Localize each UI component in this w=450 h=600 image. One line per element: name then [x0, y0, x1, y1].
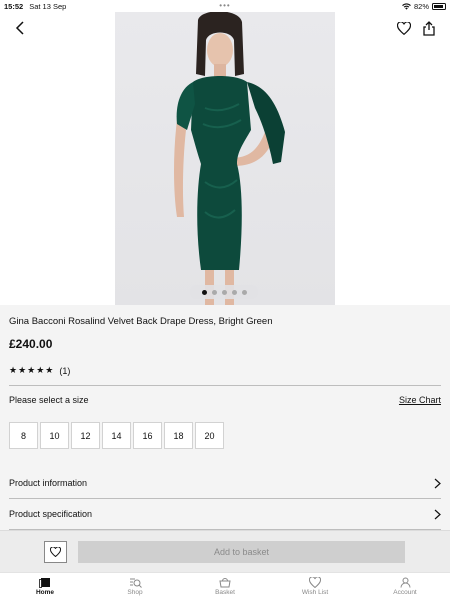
- size-option-8[interactable]: 8: [9, 422, 38, 449]
- wifi-icon: [402, 2, 411, 10]
- product-title: Gina Bacconi Rosalind Velvet Back Drape …: [9, 316, 273, 327]
- share-icon: [423, 20, 435, 36]
- chevron-left-icon: [15, 21, 24, 35]
- status-time: 15:52: [4, 1, 24, 11]
- carousel-dot-1[interactable]: [201, 289, 207, 295]
- tab-wish-list[interactable]: Wish List: [270, 573, 360, 600]
- size-option-20[interactable]: 20: [195, 422, 224, 449]
- wishlist-heart-button[interactable]: [393, 17, 415, 39]
- tab-shop[interactable]: Shop: [90, 573, 180, 600]
- product-price: £240.00: [9, 337, 53, 351]
- add-to-wishlist-button[interactable]: [44, 541, 67, 563]
- shop-icon: [129, 578, 142, 588]
- basket-icon: [219, 578, 231, 588]
- divider: [9, 385, 441, 386]
- bottom-tab-bar: Home Shop Basket Wish List Account: [0, 572, 450, 600]
- carousel-dot-4[interactable]: [231, 289, 237, 295]
- heart-icon: [397, 21, 411, 35]
- star-rating-icon: ★★★★★: [9, 365, 55, 375]
- carousel-page-indicator[interactable]: [190, 285, 258, 299]
- size-option-14[interactable]: 14: [102, 422, 131, 449]
- review-count[interactable]: (1): [59, 366, 70, 376]
- chevron-right-icon: [434, 478, 441, 488]
- model-wearing-dress-image: [174, 12, 285, 305]
- chevron-right-icon: [434, 509, 441, 519]
- size-option-18[interactable]: 18: [164, 422, 193, 449]
- product-details-panel: Gina Bacconi Rosalind Velvet Back Drape …: [0, 305, 450, 530]
- product-specification-row[interactable]: Product specification: [9, 499, 441, 529]
- product-image-carousel[interactable]: [0, 12, 450, 305]
- product-information-label: Product information: [9, 478, 88, 488]
- tab-account[interactable]: Account: [360, 573, 450, 600]
- battery-percent: 82%: [413, 1, 429, 11]
- product-rating[interactable]: ★★★★★ (1): [9, 365, 70, 376]
- size-option-10[interactable]: 10: [40, 422, 69, 449]
- home-icon: [39, 578, 50, 588]
- carousel-dot-2[interactable]: [211, 289, 217, 295]
- tab-home-label: Home: [35, 589, 55, 596]
- back-button[interactable]: [9, 17, 31, 39]
- basket-action-bar: Add to basket: [0, 530, 450, 572]
- carousel-dot-5[interactable]: [241, 289, 247, 295]
- size-select-label: Please select a size: [9, 395, 89, 405]
- tab-account-label: Account: [393, 589, 417, 596]
- product-specification-label: Product specification: [9, 509, 93, 519]
- size-option-16[interactable]: 16: [133, 422, 162, 449]
- tab-basket[interactable]: Basket: [180, 573, 270, 600]
- account-icon: [400, 577, 410, 588]
- heart-icon: [50, 547, 61, 557]
- tab-shop-label: Shop: [127, 589, 143, 596]
- status-bar: 15:52 Sat 13 Sep ••• 82%: [0, 0, 450, 12]
- share-button[interactable]: [418, 17, 440, 39]
- heart-icon: [309, 577, 321, 588]
- size-option-12[interactable]: 12: [71, 422, 100, 449]
- product-information-row[interactable]: Product information: [9, 468, 441, 498]
- multitasking-dots-icon[interactable]: •••: [219, 1, 230, 10]
- battery-icon: [432, 2, 446, 10]
- status-date: Sat 13 Sep: [29, 1, 67, 11]
- product-photo[interactable]: [115, 12, 335, 305]
- size-chart-link[interactable]: Size Chart: [399, 395, 441, 405]
- tab-home[interactable]: Home: [0, 573, 90, 600]
- tab-basket-label: Basket: [215, 589, 235, 596]
- size-options: 8 10 12 14 16 18 20: [9, 422, 224, 449]
- carousel-dot-3[interactable]: [221, 289, 227, 295]
- add-to-basket-button[interactable]: Add to basket: [78, 541, 405, 563]
- tab-wish-list-label: Wish List: [301, 589, 329, 596]
